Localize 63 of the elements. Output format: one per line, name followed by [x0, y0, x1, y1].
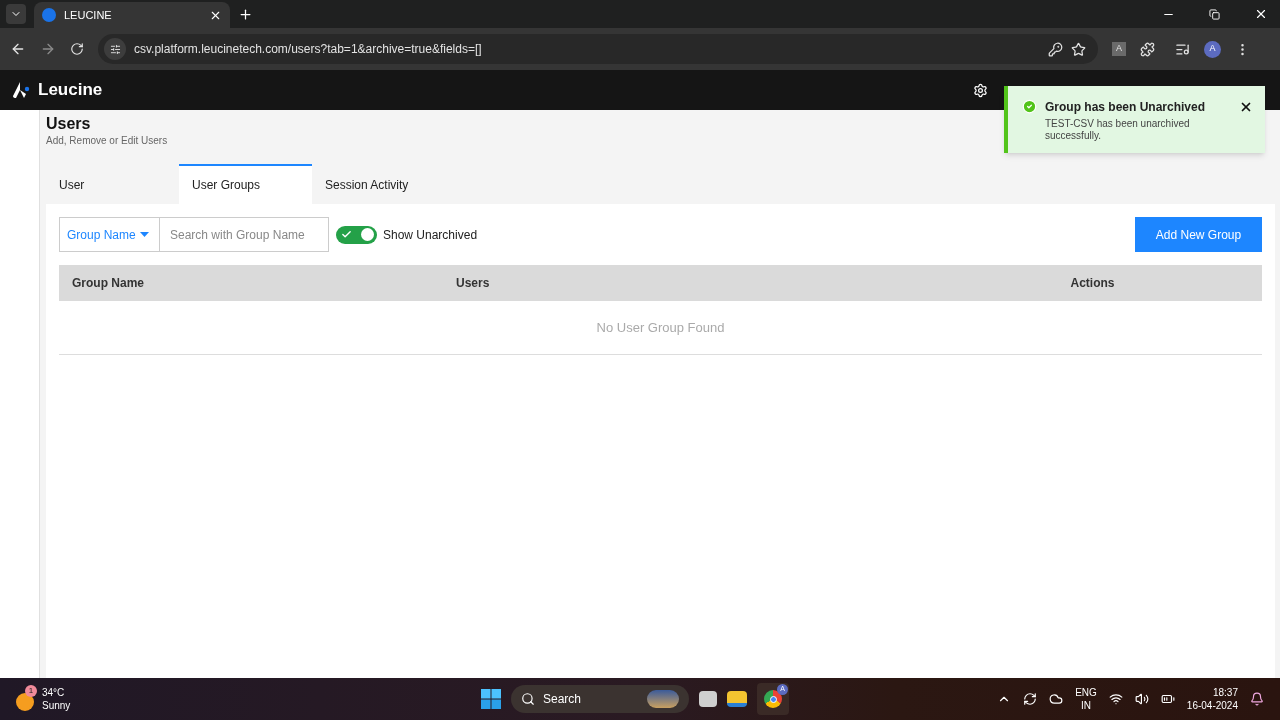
- url-text: csv.platform.leucinetech.com/users?tab=1&archive=true&fields=[]: [134, 41, 483, 58]
- volume-icon[interactable]: [1134, 692, 1149, 706]
- reload-icon[interactable]: [70, 42, 84, 56]
- media-icon[interactable]: [1175, 41, 1190, 57]
- address-bar[interactable]: csv.platform.leucinetech.com/users?tab=1&archive=true&fields=[]: [98, 34, 1098, 64]
- check-icon: [341, 229, 352, 240]
- battery-icon[interactable]: [1160, 692, 1175, 706]
- translate-icon[interactable]: A: [1112, 42, 1126, 56]
- notification-badge: 1: [25, 685, 37, 697]
- toast-message: TEST-CSV has been unarchived successfully.: [1045, 118, 1191, 142]
- tab-list-button[interactable]: [6, 4, 26, 24]
- caret-icon: [139, 232, 149, 237]
- profile-avatar[interactable]: A: [1204, 40, 1221, 58]
- site-settings-icon[interactable]: [104, 38, 126, 60]
- wifi-icon[interactable]: [1108, 692, 1123, 706]
- region[interactable]: IN: [1081, 699, 1091, 712]
- column-header: Actions: [1069, 275, 1116, 292]
- field-dropdown[interactable]: Group Name: [59, 217, 160, 252]
- star-icon[interactable]: [1071, 41, 1086, 57]
- task-view-icon[interactable]: [699, 691, 717, 707]
- extensions-icon[interactable]: [1140, 41, 1155, 57]
- tab[interactable]: User Groups: [179, 164, 312, 204]
- page-title: Users: [46, 114, 91, 134]
- weather-text: Sunny: [42, 699, 71, 712]
- clock-time[interactable]: 18:37: [1212, 686, 1238, 699]
- browser-tab[interactable]: LEUCINE: [34, 2, 230, 28]
- column-header: Users: [456, 275, 491, 292]
- key-icon[interactable]: [1048, 41, 1063, 57]
- forward-icon[interactable]: [40, 41, 56, 57]
- tab[interactable]: Session Activity: [312, 164, 445, 204]
- temperature: 34°C: [42, 686, 66, 699]
- weather-icon[interactable]: [16, 693, 34, 711]
- toggle-label: Show Unarchived: [383, 226, 478, 244]
- logo-icon: [12, 81, 32, 99]
- empty-message: No User Group Found: [596, 318, 725, 337]
- close-icon[interactable]: [1254, 7, 1268, 21]
- search-icon: [521, 692, 535, 706]
- sync-icon[interactable]: [1023, 692, 1038, 706]
- back-icon[interactable]: [10, 41, 26, 57]
- folder-icon[interactable]: [727, 691, 747, 707]
- new-tab-icon[interactable]: [238, 6, 253, 22]
- settings-icon[interactable]: [973, 82, 988, 98]
- brand-name: Leucine: [38, 79, 103, 102]
- page-subtitle: Add, Remove or Edit Users: [46, 134, 168, 148]
- search-label: Search: [543, 691, 583, 708]
- add-group-button[interactable]: Add New Group: [1135, 217, 1262, 252]
- clock-date[interactable]: 16-04-2024: [1186, 699, 1238, 712]
- close-icon[interactable]: [1239, 100, 1253, 114]
- taskbar-search[interactable]: Search: [511, 685, 689, 713]
- language[interactable]: ENG: [1075, 686, 1097, 699]
- cloud-icon[interactable]: [1049, 692, 1064, 706]
- column-header: Group Name: [72, 275, 145, 292]
- search-field[interactable]: Search with Group Name: [160, 217, 329, 252]
- notification-icon[interactable]: [1250, 692, 1264, 706]
- toast-title: Group has been Unarchived: [1045, 99, 1207, 116]
- start-icon[interactable]: [481, 689, 501, 709]
- tab[interactable]: User: [46, 164, 179, 204]
- restore-icon[interactable]: [1209, 8, 1220, 20]
- search-highlight-icon: [647, 690, 679, 708]
- success-icon: [1022, 99, 1037, 114]
- toggle-switch[interactable]: [336, 225, 377, 244]
- tab-title: LEUCINE: [64, 7, 113, 23]
- site-icon: [42, 8, 56, 22]
